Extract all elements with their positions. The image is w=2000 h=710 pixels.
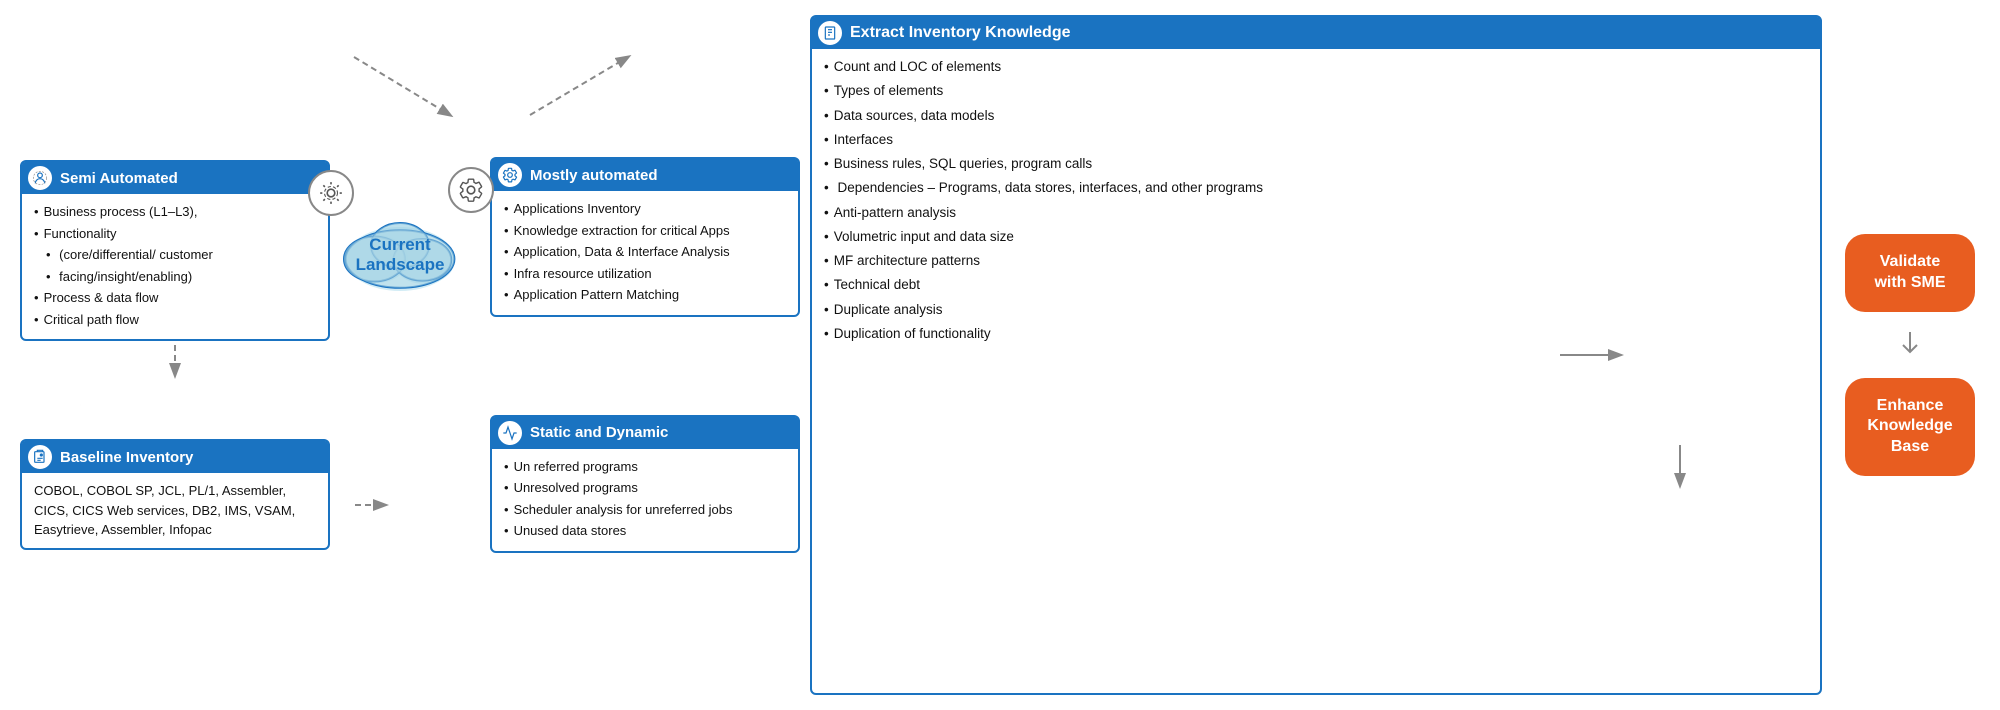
list-item: Business process (L1–L3), (34, 202, 318, 222)
list-item: facing/insight/enabling) (34, 267, 318, 287)
semi-automated-list: Business process (L1–L3), Functionality … (34, 202, 318, 329)
list-item: Critical path flow (34, 310, 318, 330)
semi-automated-gear-icon (308, 170, 354, 216)
semi-automated-box: Semi Automated Business process (L1–L3),… (20, 160, 330, 341)
list-item: Knowledge extraction for critical Apps (504, 221, 788, 241)
list-item: Count and LOC of elements (824, 57, 1810, 77)
extract-inventory-col: Extract Inventory Knowledge Count and LO… (810, 15, 1822, 695)
static-dynamic-icon (498, 421, 522, 445)
far-right-actions: Validatewith SME EnhanceKnowledgeBase (1840, 234, 1980, 476)
mostly-automated-title: Mostly automated (530, 167, 658, 184)
list-item: MF architecture patterns (824, 251, 1810, 271)
enhance-knowledge-button[interactable]: EnhanceKnowledgeBase (1845, 378, 1975, 476)
static-dynamic-header: Static and Dynamic (492, 417, 798, 449)
list-item: Technical debt (824, 275, 1810, 295)
baseline-icon (28, 445, 52, 469)
current-landscape-cloud: CurrentLandscape (330, 215, 470, 295)
extract-inventory-header: Extract Inventory Knowledge (812, 17, 1820, 49)
down-arrow-icon (1895, 330, 1925, 360)
semi-automated-header: Semi Automated (22, 162, 328, 194)
extract-inventory-body: Count and LOC of elements Types of eleme… (812, 49, 1820, 693)
extract-inventory-list: Count and LOC of elements Types of eleme… (824, 57, 1810, 344)
static-dynamic-box: Static and Dynamic Un referred programs … (490, 415, 800, 553)
semi-automated-title: Semi Automated (60, 170, 178, 187)
baseline-inventory-body: COBOL, COBOL SP, JCL, PL/1, Assembler, C… (22, 473, 328, 548)
list-item: Application, Data & Interface Analysis (504, 242, 788, 262)
static-dynamic-body: Un referred programs Unresolved programs… (492, 449, 798, 551)
middle-column: Mostly automated Applications Inventory … (490, 157, 800, 553)
mostly-auto-icon (498, 163, 522, 187)
diagram-container: Semi Automated Business process (L1–L3),… (20, 15, 1980, 695)
baseline-inventory-header: Baseline Inventory (22, 441, 328, 473)
cloud-text: CurrentLandscape (356, 235, 445, 276)
list-item: Applications Inventory (504, 199, 788, 219)
static-dynamic-list: Un referred programs Unresolved programs… (504, 457, 788, 541)
extract-inventory-box: Extract Inventory Knowledge Count and LO… (810, 15, 1822, 695)
baseline-inventory-text: COBOL, COBOL SP, JCL, PL/1, Assembler, C… (34, 483, 295, 537)
list-item: Scheduler analysis for unreferred jobs (504, 500, 788, 520)
semi-automated-body: Business process (L1–L3), Functionality … (22, 194, 328, 339)
list-item: Volumetric input and data size (824, 227, 1810, 247)
list-item: Interfaces (824, 130, 1810, 150)
list-item: Un referred programs (504, 457, 788, 477)
list-item: Types of elements (824, 81, 1810, 101)
mostly-automated-box: Mostly automated Applications Inventory … (490, 157, 800, 317)
list-item: Functionality (34, 224, 318, 244)
validate-button[interactable]: Validatewith SME (1845, 234, 1975, 312)
left-column: Semi Automated Business process (L1–L3),… (20, 160, 330, 550)
list-item: Business rules, SQL queries, program cal… (824, 154, 1810, 174)
baseline-inventory-box: Baseline Inventory COBOL, COBOL SP, JCL,… (20, 439, 330, 550)
list-item: Data sources, data models (824, 106, 1810, 126)
baseline-inventory-title: Baseline Inventory (60, 449, 193, 466)
list-item: Dependencies – Programs, data stores, in… (824, 178, 1810, 198)
mostly-auto-gear-icon (448, 167, 494, 213)
list-item: Unresolved programs (504, 478, 788, 498)
static-dynamic-title: Static and Dynamic (530, 424, 668, 441)
extract-icon (818, 21, 842, 45)
list-item: Unused data stores (504, 521, 788, 541)
extract-inventory-title: Extract Inventory Knowledge (850, 24, 1071, 42)
mostly-automated-header: Mostly automated (492, 159, 798, 191)
list-item: Infra resource utilization (504, 264, 788, 284)
mostly-automated-body: Applications Inventory Knowledge extract… (492, 191, 798, 315)
list-item: Process & data flow (34, 288, 318, 308)
list-item: Duplication of functionality (824, 324, 1810, 344)
mostly-automated-list: Applications Inventory Knowledge extract… (504, 199, 788, 305)
semi-auto-icon (28, 166, 52, 190)
list-item: (core/differential/ customer (34, 245, 318, 265)
list-item: Anti-pattern analysis (824, 203, 1810, 223)
list-item: Application Pattern Matching (504, 285, 788, 305)
list-item: Duplicate analysis (824, 300, 1810, 320)
